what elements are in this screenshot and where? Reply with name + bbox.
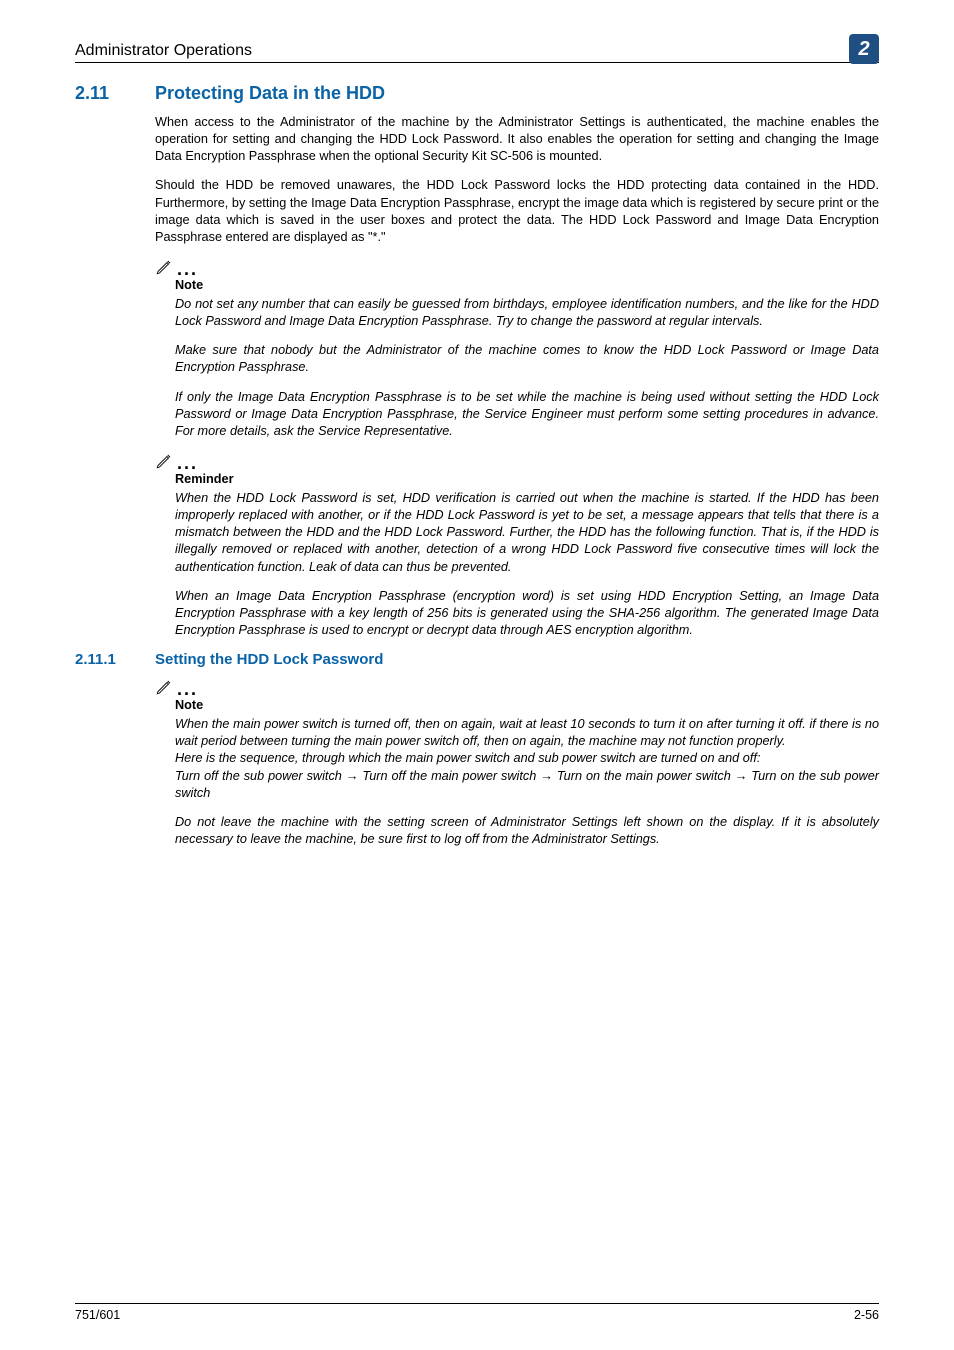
note-paragraph: Do not leave the machine with the settin… (175, 814, 879, 848)
reminder-paragraph: When the HDD Lock Password is set, HDD v… (175, 490, 879, 576)
subsection-number: 2.11.1 (75, 651, 135, 668)
arrow-icon: → (346, 769, 359, 783)
pencil-icon: ... (155, 678, 879, 696)
sequence-part: Turn off the sub power switch (175, 769, 346, 783)
body-paragraph: Should the HDD be removed unawares, the … (155, 177, 879, 246)
subsection-heading: 2.11.1 Setting the HDD Lock Password (75, 651, 879, 668)
body-paragraph: When access to the Administrator of the … (155, 114, 879, 165)
footer-page-number: 2-56 (854, 1308, 879, 1322)
sequence-part: Turn on the main power switch (553, 769, 735, 783)
ellipsis-icon: ... (177, 458, 198, 468)
note-callout: ... Note Do not set any number that can … (175, 258, 879, 440)
arrow-icon: → (540, 769, 553, 783)
running-header: Administrator Operations 2 (75, 30, 879, 63)
subsection-title: Setting the HDD Lock Password (155, 651, 383, 668)
note-paragraph: Make sure that nobody but the Administra… (175, 342, 879, 376)
section-number: 2.11 (75, 83, 135, 104)
ellipsis-icon: ... (177, 264, 198, 274)
note-paragraph: When the main power switch is turned off… (175, 716, 879, 750)
sequence-part: Turn off the main power switch (358, 769, 540, 783)
reminder-callout: ... Reminder When the HDD Lock Password … (175, 452, 879, 639)
note-paragraph: Here is the sequence, through which the … (175, 750, 879, 767)
reminder-label: Reminder (175, 472, 879, 486)
running-header-title: Administrator Operations (75, 42, 252, 60)
note-callout: ... Note When the main power switch is t… (175, 678, 879, 848)
reminder-paragraph: When an Image Data Encryption Passphrase… (175, 588, 879, 639)
note-paragraph: Do not set any number that can easily be… (175, 296, 879, 330)
note-paragraph: If only the Image Data Encryption Passph… (175, 389, 879, 440)
arrow-icon: → (735, 769, 748, 783)
footer-doc-id: 751/601 (75, 1308, 120, 1322)
pencil-icon: ... (155, 452, 879, 470)
section-title: Protecting Data in the HDD (155, 83, 385, 104)
section-heading: 2.11 Protecting Data in the HDD (75, 83, 879, 104)
note-label: Note (175, 698, 879, 712)
pencil-icon: ... (155, 258, 879, 276)
chapter-number-badge: 2 (849, 34, 879, 64)
page-footer: 751/601 2-56 (75, 1303, 879, 1322)
note-sequence: Turn off the sub power switch → Turn off… (175, 768, 879, 802)
ellipsis-icon: ... (177, 684, 198, 694)
note-label: Note (175, 278, 879, 292)
